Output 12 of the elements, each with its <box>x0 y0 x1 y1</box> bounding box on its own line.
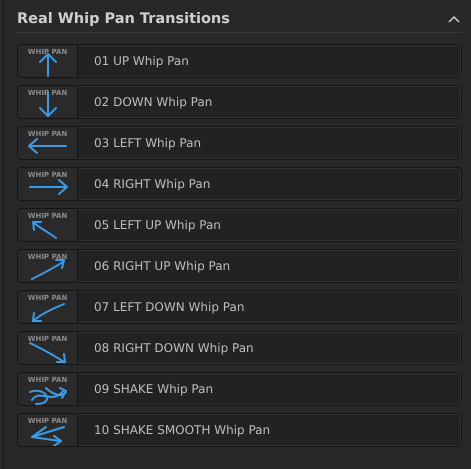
transition-label: 07 LEFT DOWN Whip Pan <box>94 300 244 314</box>
panel-title: Real Whip Pan Transitions <box>17 11 230 27</box>
transition-label: 08 RIGHT DOWN Whip Pan <box>94 341 254 355</box>
transition-label: 10 SHAKE SMOOTH Whip Pan <box>94 423 270 437</box>
collapse-chevron-icon[interactable] <box>448 15 460 23</box>
transition-label: 09 SHAKE Whip Pan <box>94 382 214 396</box>
transition-label: 03 LEFT Whip Pan <box>94 136 202 150</box>
transition-label: 04 RIGHT Whip Pan <box>94 177 210 191</box>
transition-label: 02 DOWN Whip Pan <box>94 95 212 109</box>
transition-label: 06 RIGHT UP Whip Pan <box>94 259 230 273</box>
transition-label: 01 UP Whip Pan <box>94 54 189 68</box>
transition-label: 05 LEFT UP Whip Pan <box>94 218 221 232</box>
